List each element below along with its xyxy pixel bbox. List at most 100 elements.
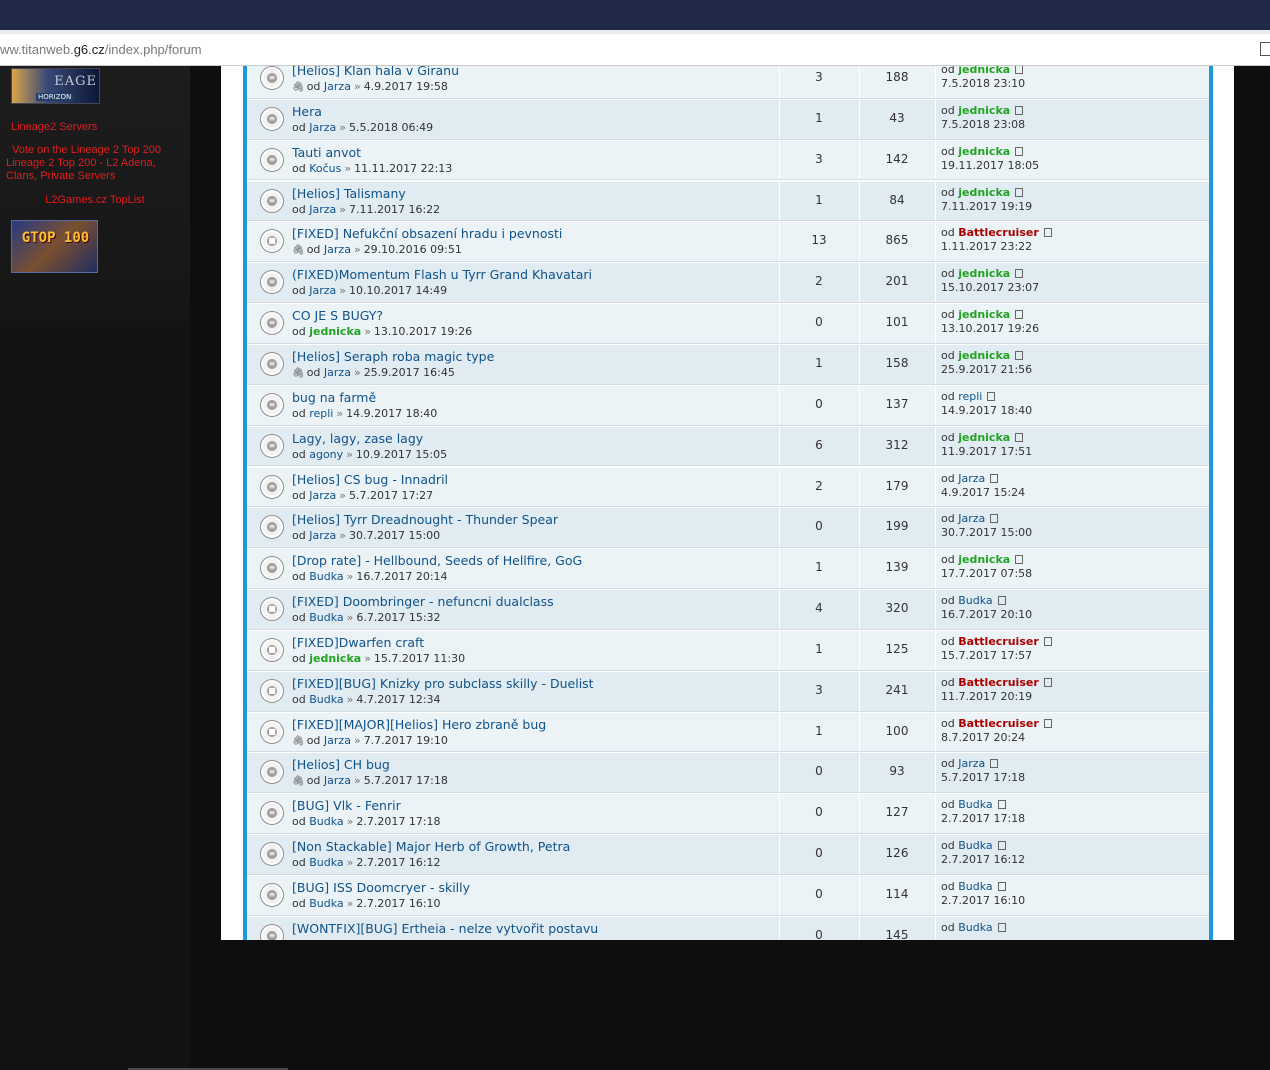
lineage-logo[interactable]: EAGE HORIZON	[11, 68, 100, 104]
view-latest-post-icon[interactable]	[1015, 66, 1024, 74]
view-latest-post-icon[interactable]	[1015, 350, 1024, 360]
topic-title-link[interactable]: Lagy, lagy, zase lagy	[292, 431, 423, 446]
last-post-author-link[interactable]: jednicka	[958, 349, 1010, 362]
topic-author-link[interactable]: Jarza	[324, 774, 351, 787]
view-latest-post-icon[interactable]	[1015, 432, 1024, 442]
last-post-author-link[interactable]: jednicka	[958, 267, 1010, 280]
topic-author-link[interactable]: Jarza	[309, 489, 336, 502]
last-post-author-link[interactable]: Battlecruiser	[958, 676, 1039, 689]
topic-author-link[interactable]: Budka	[309, 897, 343, 910]
topic-author-link[interactable]: Jarza	[309, 121, 336, 134]
topic-author-link[interactable]: Budka	[309, 938, 343, 940]
topic-author-link[interactable]: Kočus	[309, 162, 341, 175]
view-latest-post-icon[interactable]	[1015, 269, 1024, 279]
last-post-author-link[interactable]: Battlecruiser	[958, 635, 1039, 648]
view-latest-post-icon[interactable]	[1043, 636, 1052, 646]
topic-title-link[interactable]: [FIXED][MAJOR][Helios] Hero zbraně bug	[292, 717, 546, 732]
topic-author-link[interactable]: Jarza	[324, 80, 351, 93]
last-post-author-link[interactable]: jednicka	[958, 145, 1010, 158]
view-latest-post-icon[interactable]	[1043, 228, 1052, 238]
last-post-author-link[interactable]: jednicka	[958, 553, 1010, 566]
link-lineage2-servers[interactable]: Lineage2 Servers	[11, 121, 97, 134]
topic-author-link[interactable]: Budka	[309, 815, 343, 828]
topic-title-link[interactable]: [WONTFIX][BUG] Ertheia - nelze vytvořit …	[292, 921, 598, 936]
last-post-author-link[interactable]: jednicka	[958, 186, 1010, 199]
view-latest-post-icon[interactable]	[1015, 187, 1024, 197]
topic-title-link[interactable]: [Helios] Klan hala v Giranu	[292, 66, 459, 78]
topic-author-link[interactable]: Jarza	[324, 734, 351, 747]
topic-author-link[interactable]: Jarza	[309, 284, 336, 297]
topic-title-link[interactable]: [Helios] Talismany	[292, 186, 406, 201]
reply-count: 0	[815, 805, 823, 820]
address-bar[interactable]: ww.titanweb.g6.cz/index.php/forum	[0, 34, 1270, 66]
view-latest-post-icon[interactable]	[1043, 718, 1052, 728]
view-latest-post-icon[interactable]	[1015, 555, 1024, 565]
attachment-icon: 🖇	[292, 82, 305, 93]
last-post-author-link[interactable]: Budka	[958, 921, 992, 934]
view-latest-post-icon[interactable]	[1015, 310, 1024, 320]
last-post-author-link[interactable]: Battlecruiser	[958, 717, 1039, 730]
link-l2games-toplist[interactable]: L2Games.cz TopList	[0, 194, 190, 207]
topic-author-link[interactable]: jednicka	[309, 652, 361, 665]
topic-author-link[interactable]: Budka	[309, 570, 343, 583]
gtop100-banner[interactable]: GTOP 100	[11, 220, 98, 273]
view-latest-post-icon[interactable]	[990, 473, 999, 483]
url-text[interactable]: ww.titanweb.g6.cz/index.php/forum	[0, 42, 202, 57]
topic-author-line: od Budka» 2.7.2017 16:12	[292, 856, 441, 869]
topic-author-link[interactable]: Jarza	[324, 243, 351, 256]
topic-author-link[interactable]: agony	[309, 448, 343, 461]
last-post-author-link[interactable]: Battlecruiser	[958, 226, 1039, 239]
topic-author-link[interactable]: Budka	[309, 611, 343, 624]
last-post-author-link[interactable]: Budka	[958, 839, 992, 852]
view-latest-post-icon[interactable]	[997, 882, 1006, 891]
topic-title-link[interactable]: [FIXED][BUG] Knizky pro subclass skilly …	[292, 676, 594, 691]
topic-author-link[interactable]: Budka	[309, 856, 343, 869]
topic-title-link[interactable]: [Helios] Seraph roba magic type	[292, 349, 494, 364]
last-post-author-link[interactable]: repli	[958, 390, 982, 403]
view-latest-post-icon[interactable]	[997, 596, 1006, 606]
view-latest-post-icon[interactable]	[1043, 677, 1052, 687]
last-post-author-link[interactable]: jednicka	[958, 308, 1010, 321]
last-post-author-link[interactable]: Jarza	[958, 512, 985, 525]
topic-title-link[interactable]: bug na farmě	[292, 390, 376, 405]
last-post-author-link[interactable]: jednicka	[958, 66, 1010, 76]
topic-author-link[interactable]: Jarza	[324, 366, 351, 379]
last-post-author-link[interactable]: jednicka	[958, 104, 1010, 117]
view-latest-post-icon[interactable]	[997, 922, 1006, 932]
topic-title-link[interactable]: [Helios] CS bug - Innadril	[292, 472, 448, 487]
topic-title-link[interactable]: [FIXED] Nefukční obsazení hradu i pevnos…	[292, 226, 562, 241]
last-post-author-link[interactable]: Jarza	[958, 757, 985, 770]
last-post-author-link[interactable]: Budka	[958, 798, 992, 811]
last-post-author-link[interactable]: Budka	[958, 594, 992, 607]
topic-author-link[interactable]: Jarza	[309, 203, 336, 216]
last-post-author-link[interactable]: Budka	[958, 880, 992, 893]
topic-author-link[interactable]: jednicka	[309, 325, 361, 338]
topic-title-link[interactable]: [BUG] Vlk - Fenrir	[292, 798, 401, 813]
view-latest-post-icon[interactable]	[1015, 146, 1024, 156]
view-latest-post-icon[interactable]	[1015, 105, 1024, 115]
topic-title-link[interactable]: [Helios] CH bug	[292, 757, 390, 772]
topic-title-link[interactable]: Hera	[292, 104, 322, 119]
topic-title-link[interactable]: [BUG] ISS Doomcryer - skilly	[292, 880, 470, 895]
topic-title-link[interactable]: CO JE S BUGY?	[292, 308, 383, 323]
topic-author-link[interactable]: Jarza	[309, 529, 336, 542]
view-latest-post-icon[interactable]	[997, 800, 1006, 810]
topic-title-link[interactable]: [Helios] Tyrr Dreadnought - Thunder Spea…	[292, 512, 558, 527]
topic-title-link[interactable]: (FIXED)Momentum Flash u Tyrr Grand Khava…	[292, 267, 592, 282]
reader-view-icon[interactable]	[1260, 42, 1270, 56]
topic-title-link[interactable]: Tauti anvot	[292, 145, 361, 160]
link-vote-top200[interactable]: Vote on the Lineage 2 Top 200 Lineage 2 …	[6, 144, 186, 183]
topic-title-link[interactable]: [Non Stackable] Major Herb of Growth, Pe…	[292, 839, 570, 854]
last-post-author-link[interactable]: jednicka	[958, 431, 1010, 444]
view-latest-post-icon[interactable]	[987, 391, 996, 401]
topic-author-link[interactable]: Budka	[309, 693, 343, 706]
last-post-author-link[interactable]: Jarza	[958, 472, 985, 485]
topic-post-date: 5.5.2018 06:49	[348, 120, 434, 134]
view-latest-post-icon[interactable]	[990, 514, 999, 524]
view-latest-post-icon[interactable]	[990, 759, 999, 769]
topic-author-link[interactable]: repli	[309, 407, 333, 420]
view-latest-post-icon[interactable]	[997, 841, 1006, 851]
topic-title-link[interactable]: [FIXED] Doombringer - nefuncni dualclass	[292, 594, 554, 609]
topic-title-link[interactable]: [Drop rate] - Hellbound, Seeds of Hellfi…	[292, 553, 582, 568]
topic-title-link[interactable]: [FIXED]Dwarfen craft	[292, 635, 424, 650]
